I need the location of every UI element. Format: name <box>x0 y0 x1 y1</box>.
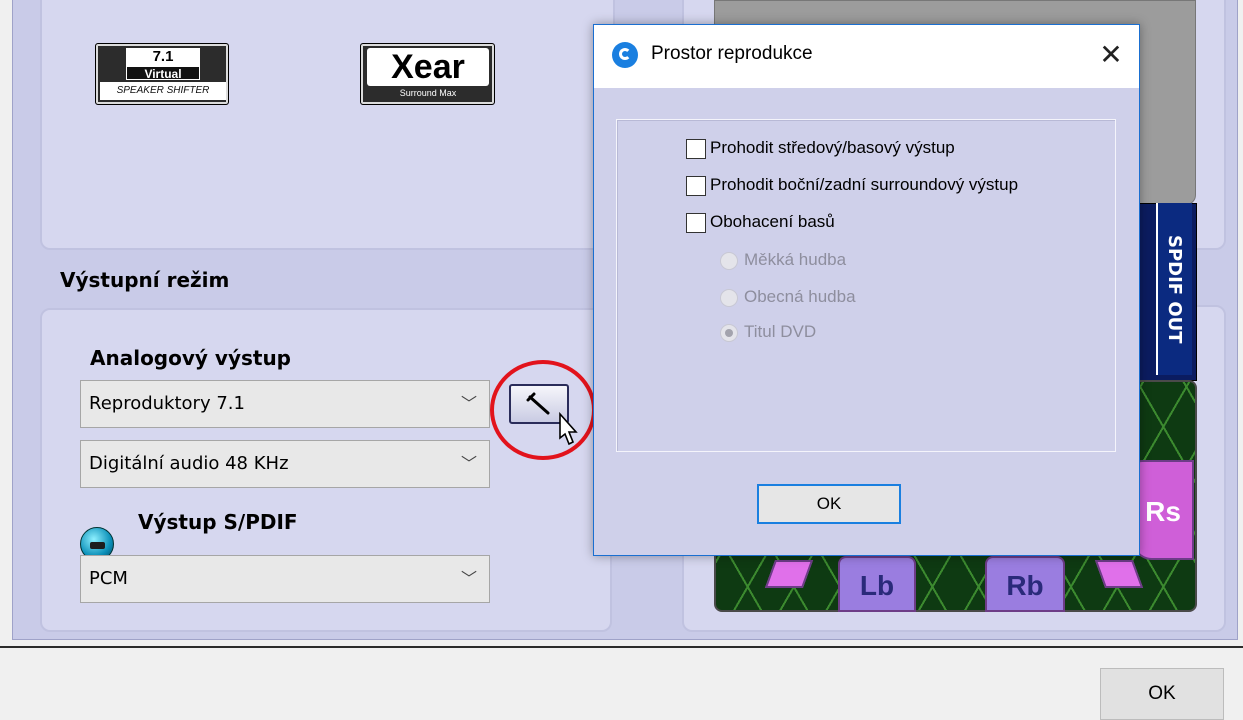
speaker-config-select[interactable]: Reproduktory 7.1 ﹀ <box>80 380 490 428</box>
radio-button[interactable] <box>720 288 738 307</box>
digital-audio-select[interactable]: Digitální audio 48 KHz ﹀ <box>80 440 490 488</box>
logo-text: Xear <box>367 48 489 86</box>
radio-label: Titul DVD <box>744 322 817 341</box>
checkbox[interactable] <box>686 212 706 233</box>
logo-text: Virtual <box>126 66 200 81</box>
logo-text: Surround Max <box>399 88 457 98</box>
dialog-titlebar[interactable]: Prostor reprodukce ✕ <box>594 25 1139 88</box>
mouse-cursor-icon <box>559 412 578 446</box>
close-icon[interactable]: ✕ <box>1091 35 1131 75</box>
radio-button[interactable] <box>720 323 738 342</box>
xear-surround-max-logo[interactable]: Xear Surround Max <box>360 43 495 105</box>
dvd-title-radio[interactable]: Titul DVD <box>720 318 816 346</box>
radio-label: Obecná hudba <box>744 287 856 306</box>
checkbox[interactable] <box>686 138 706 159</box>
ok-button[interactable]: OK <box>1100 668 1224 720</box>
select-value: Digitální audio 48 KHz <box>89 453 289 474</box>
spdif-out-label: SPDIF OUT <box>1156 203 1192 375</box>
checkbox-label: Obohacení basů <box>710 212 835 231</box>
checkbox[interactable] <box>686 175 706 196</box>
speaker-right-back[interactable]: Rb <box>985 556 1065 612</box>
radio-button[interactable] <box>720 251 738 270</box>
swap-center-bass-checkbox[interactable]: Prohodit středový/basový výstup <box>686 134 955 162</box>
chevron-down-icon: ﹀ <box>460 454 477 473</box>
dialog-title: Prostor reprodukce <box>651 43 813 64</box>
select-value: PCM <box>89 568 128 589</box>
general-music-radio[interactable]: Obecná hudba <box>720 283 856 311</box>
logo-text: SPEAKER SHIFTER <box>100 82 226 100</box>
chevron-down-icon: ﹀ <box>460 569 477 588</box>
options-group <box>616 119 1116 452</box>
checkbox-label: Prohodit boční/zadní surroundový výstup <box>710 175 1019 194</box>
swap-side-rear-checkbox[interactable]: Prohodit boční/zadní surroundový výstup <box>686 171 1018 199</box>
spdif-output-label: Výstup S/PDIF <box>138 510 298 534</box>
virtual-speaker-shifter-logo[interactable]: 7.1 Virtual SPEAKER SHIFTER <box>95 43 229 105</box>
effects-panel <box>40 0 615 250</box>
speaker-space-dialog: Prostor reprodukce ✕ Prohodit středový/b… <box>593 24 1140 556</box>
spdif-format-select[interactable]: PCM ﹀ <box>80 555 490 603</box>
soft-music-radio[interactable]: Měkká hudba <box>720 246 846 274</box>
speaker-right-surround[interactable]: Rs <box>1132 460 1194 560</box>
dialog-ok-button[interactable]: OK <box>757 484 901 524</box>
checkbox-label: Prohodit středový/basový výstup <box>710 138 955 157</box>
app-logo-icon <box>612 42 638 68</box>
select-value: Reproduktory 7.1 <box>89 393 245 414</box>
speaker-left-back[interactable]: Lb <box>838 556 916 612</box>
analog-output-label: Analogový výstup <box>90 346 291 370</box>
output-mode-heading: Výstupní režim <box>60 268 230 292</box>
chevron-down-icon: ﹀ <box>460 394 477 413</box>
bass-boost-checkbox[interactable]: Obohacení basů <box>686 208 835 236</box>
logo-text: 7.1 <box>126 48 200 66</box>
radio-label: Měkká hudba <box>744 250 847 269</box>
